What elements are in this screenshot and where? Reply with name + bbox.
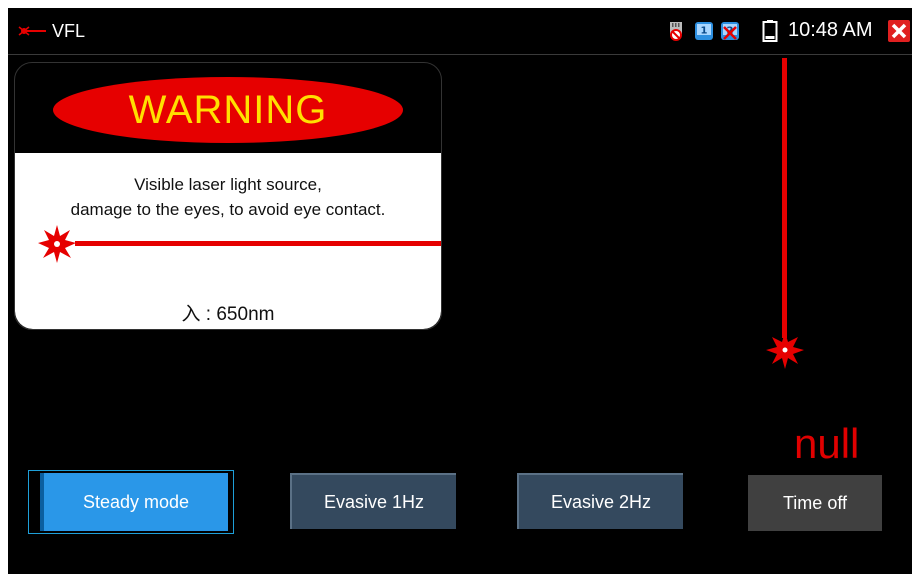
- svg-text:1: 1: [701, 26, 708, 37]
- evasive-2hz-button[interactable]: Evasive 2Hz: [517, 473, 683, 529]
- warning-message-line2: damage to the eyes, to avoid eye contact…: [70, 200, 386, 219]
- battery-icon: [762, 20, 778, 42]
- close-icon[interactable]: [888, 20, 910, 42]
- warning-heading: WARNING: [128, 87, 328, 132]
- status-bar: VFL 1 2 10:48 AM: [8, 8, 912, 55]
- time-off-button[interactable]: Time off: [748, 475, 882, 531]
- steady-mode-button[interactable]: Steady mode: [40, 473, 228, 531]
- screen-1-icon: 1: [695, 22, 713, 40]
- laser-beam-icon: [38, 225, 441, 263]
- laser-output-indicator: [766, 58, 804, 369]
- laser-status-value: null: [794, 420, 860, 467]
- screen-2-disabled-icon: 2: [721, 22, 739, 40]
- warning-banner: WARNING: [53, 77, 403, 143]
- vfl-screen: VFL 1 2 10:48 AM WARNING Visible laser l…: [8, 8, 912, 574]
- laser-warning-card: WARNING Visible laser light source, dama…: [14, 62, 442, 330]
- clock: 10:48 AM: [788, 19, 873, 41]
- evasive-1hz-button[interactable]: Evasive 1Hz: [290, 473, 456, 529]
- app-title: VFL: [52, 21, 86, 41]
- sd-card-icon: [670, 22, 682, 41]
- laser-back-icon[interactable]: [16, 23, 48, 39]
- warning-message-line1: Visible laser light source,: [134, 175, 322, 194]
- wavelength-label: 入 : 650nm: [181, 304, 275, 325]
